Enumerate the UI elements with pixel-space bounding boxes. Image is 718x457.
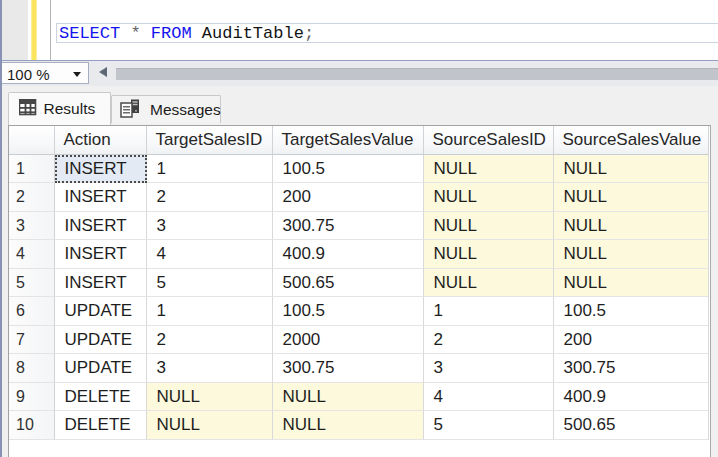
grid-cell[interactable]: DELETE — [55, 383, 147, 412]
grid-cell[interactable]: 100.5 — [273, 155, 424, 184]
row-header-3[interactable]: 3 — [9, 212, 55, 241]
grid-cell[interactable]: NULL — [554, 240, 709, 269]
editor-indicator-margin — [2, 0, 28, 60]
column-header-TargetSalesID[interactable]: TargetSalesID — [147, 126, 273, 155]
row-header-4[interactable]: 4 — [9, 240, 55, 269]
grid-cell[interactable]: 500.65 — [273, 269, 424, 298]
grid-cell[interactable]: NULL — [273, 383, 424, 412]
grid-cell[interactable]: 3 — [147, 354, 273, 383]
zoom-level-select[interactable]: 100 % — [0, 62, 89, 85]
grid-cell[interactable]: NULL — [424, 269, 554, 298]
column-header-SourceSalesID[interactable]: SourceSalesID — [424, 126, 554, 155]
row-header-2[interactable]: 2 — [9, 183, 55, 212]
grid-cell[interactable]: INSERT — [55, 155, 147, 184]
row-header-5[interactable]: 5 — [9, 269, 55, 298]
grid-cell[interactable]: NULL — [147, 411, 273, 440]
grid-cell[interactable]: INSERT — [55, 269, 147, 298]
grid-cell[interactable]: 300.75 — [273, 212, 424, 241]
grid-cell[interactable]: 4 — [424, 383, 554, 412]
grid-cell[interactable]: 400.9 — [273, 240, 424, 269]
sql-token-punct — [192, 24, 202, 43]
grid-cell[interactable]: 5 — [424, 411, 554, 440]
grid-cell[interactable]: 2 — [147, 326, 273, 355]
grid-cell[interactable]: NULL — [424, 183, 554, 212]
grid-cell[interactable]: NULL — [424, 212, 554, 241]
sql-token-keyword: FROM — [151, 24, 192, 43]
grid-cell[interactable]: INSERT — [55, 183, 147, 212]
results-grid-table: ActionTargetSalesIDTargetSalesValueSourc… — [9, 126, 710, 440]
grid-cell[interactable]: 5 — [147, 269, 273, 298]
editor-margin-line — [50, 0, 52, 60]
grid-cell[interactable]: 300.75 — [554, 354, 709, 383]
tab-results[interactable]: Results — [8, 92, 111, 126]
results-pane: Results Messages ActionTargetSalesIDTarg… — [0, 86, 718, 457]
grid-cell[interactable]: INSERT — [55, 212, 147, 241]
grid-cell[interactable]: UPDATE — [55, 297, 147, 326]
zoom-level-value: 100 % — [7, 65, 50, 85]
query-editor[interactable]: SELECT * FROM AuditTable; — [0, 0, 718, 60]
grid-cell[interactable]: 1 — [147, 297, 273, 326]
grid-cell[interactable]: 1 — [424, 297, 554, 326]
grid-cell[interactable]: 500.65 — [554, 411, 709, 440]
results-grid-icon — [19, 99, 37, 116]
messages-icon — [120, 99, 140, 118]
grid-cell[interactable]: UPDATE — [55, 326, 147, 355]
editor-zoom-scroll-bar: 100 % — [0, 61, 718, 86]
sql-token-keyword: SELECT — [59, 24, 120, 43]
grid-cell[interactable]: 2 — [424, 326, 554, 355]
row-header-1[interactable]: 1 — [9, 155, 55, 184]
grid-cell[interactable]: NULL — [554, 269, 709, 298]
tab-results-label: Results — [44, 100, 96, 118]
results-grid: ActionTargetSalesIDTargetSalesValueSourc… — [8, 125, 711, 457]
row-header-9[interactable]: 9 — [9, 383, 55, 412]
grid-cell[interactable]: 1 — [147, 155, 273, 184]
chevron-down-icon[interactable] — [73, 72, 81, 77]
grid-cell[interactable]: 100.5 — [554, 297, 709, 326]
horizontal-scrollbar-thumb[interactable] — [116, 68, 718, 81]
sql-code-line[interactable]: SELECT * FROM AuditTable; — [59, 24, 314, 44]
grid-cell[interactable]: 400.9 — [554, 383, 709, 412]
row-header-6[interactable]: 6 — [9, 297, 55, 326]
row-header-10[interactable]: 10 — [9, 411, 55, 440]
grid-cell[interactable]: INSERT — [55, 240, 147, 269]
row-header-7[interactable]: 7 — [9, 326, 55, 355]
sql-token-identifier: AuditTable — [202, 24, 304, 43]
grid-cell[interactable]: 2 — [147, 183, 273, 212]
grid-corner-header[interactable] — [9, 126, 55, 155]
column-header-Action[interactable]: Action — [55, 126, 147, 155]
sql-token-punct: ; — [304, 24, 314, 43]
grid-cell[interactable]: NULL — [273, 411, 424, 440]
scroll-left-arrow-icon[interactable] — [99, 67, 107, 77]
row-header-8[interactable]: 8 — [9, 354, 55, 383]
grid-cell[interactable]: 3 — [147, 212, 273, 241]
column-header-SourceSalesValue[interactable]: SourceSalesValue — [554, 126, 709, 155]
grid-cell[interactable]: NULL — [554, 183, 709, 212]
grid-cell[interactable]: DELETE — [55, 411, 147, 440]
grid-cell[interactable]: 4 — [147, 240, 273, 269]
grid-cell[interactable]: 3 — [424, 354, 554, 383]
sql-token-punct — [141, 24, 151, 43]
tab-messages-label: Messages — [150, 101, 221, 119]
grid-cell[interactable]: NULL — [424, 155, 554, 184]
grid-cell[interactable]: 200 — [273, 183, 424, 212]
change-tracking-bar — [31, 0, 38, 60]
sql-token-punct — [120, 24, 130, 43]
grid-cell[interactable]: NULL — [147, 383, 273, 412]
grid-cell[interactable]: 200 — [554, 326, 709, 355]
grid-cell[interactable]: NULL — [554, 155, 709, 184]
grid-cell[interactable]: NULL — [554, 212, 709, 241]
grid-cell[interactable]: 300.75 — [273, 354, 424, 383]
window-left-border — [0, 0, 2, 457]
column-header-TargetSalesValue[interactable]: TargetSalesValue — [273, 126, 424, 155]
tab-messages[interactable]: Messages — [111, 95, 221, 123]
grid-cell[interactable]: NULL — [424, 240, 554, 269]
grid-cell[interactable]: 100.5 — [273, 297, 424, 326]
grid-cell[interactable]: 2000 — [273, 326, 424, 355]
grid-cell[interactable]: UPDATE — [55, 354, 147, 383]
sql-token-operator: * — [130, 24, 140, 43]
